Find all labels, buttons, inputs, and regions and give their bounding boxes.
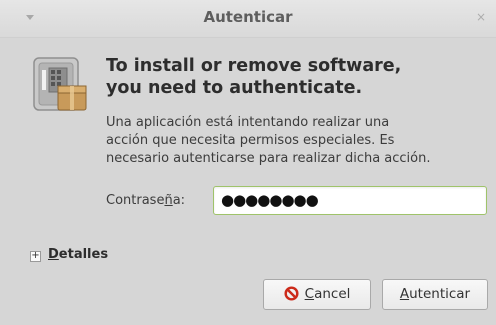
- authenticate-mnemonic: A: [399, 286, 410, 302]
- heading-line: you need to authenticate.: [106, 78, 363, 98]
- details-expander-icon[interactable]: +: [30, 251, 41, 262]
- cancel-mnemonic: C: [304, 286, 315, 302]
- cancel-label-rest: ancel: [314, 286, 351, 302]
- dialog-description: Una aplicación está intentando realizar …: [106, 114, 496, 168]
- authenticate-button[interactable]: Autenticar: [382, 279, 488, 310]
- auth-dialog-window: Autenticar × To install or remove softwa…: [0, 0, 496, 325]
- password-label-post: a:: [172, 193, 186, 208]
- authenticate-label-rest: utenticar: [409, 286, 471, 302]
- password-masked-value[interactable]: ●●●●●●●●: [221, 193, 319, 208]
- description-line: necesario autenticarse para realizar dic…: [106, 151, 431, 166]
- window-title: Autenticar: [203, 8, 293, 26]
- cancel-button[interactable]: Cancel: [263, 279, 371, 310]
- close-icon[interactable]: ×: [474, 10, 488, 24]
- password-label: Contraseña:: [106, 193, 185, 208]
- description-line: acción que necesita permisos especiales.…: [106, 133, 395, 148]
- details-label-rest: etalles: [58, 247, 109, 262]
- cancel-icon: [284, 286, 299, 301]
- package-lock-icon: [33, 57, 87, 111]
- description-line: Una aplicación está intentando realizar …: [106, 115, 390, 130]
- dialog-heading: To install or remove software, you need …: [106, 55, 486, 99]
- password-label-pre: Contrase: [106, 193, 165, 208]
- heading-line: To install or remove software,: [106, 56, 402, 76]
- title-bar[interactable]: Autenticar ×: [0, 0, 496, 38]
- password-label-mnemonic: ñ: [164, 193, 173, 208]
- details-expander-label[interactable]: Detalles: [48, 247, 108, 262]
- details-mnemonic: D: [48, 247, 59, 262]
